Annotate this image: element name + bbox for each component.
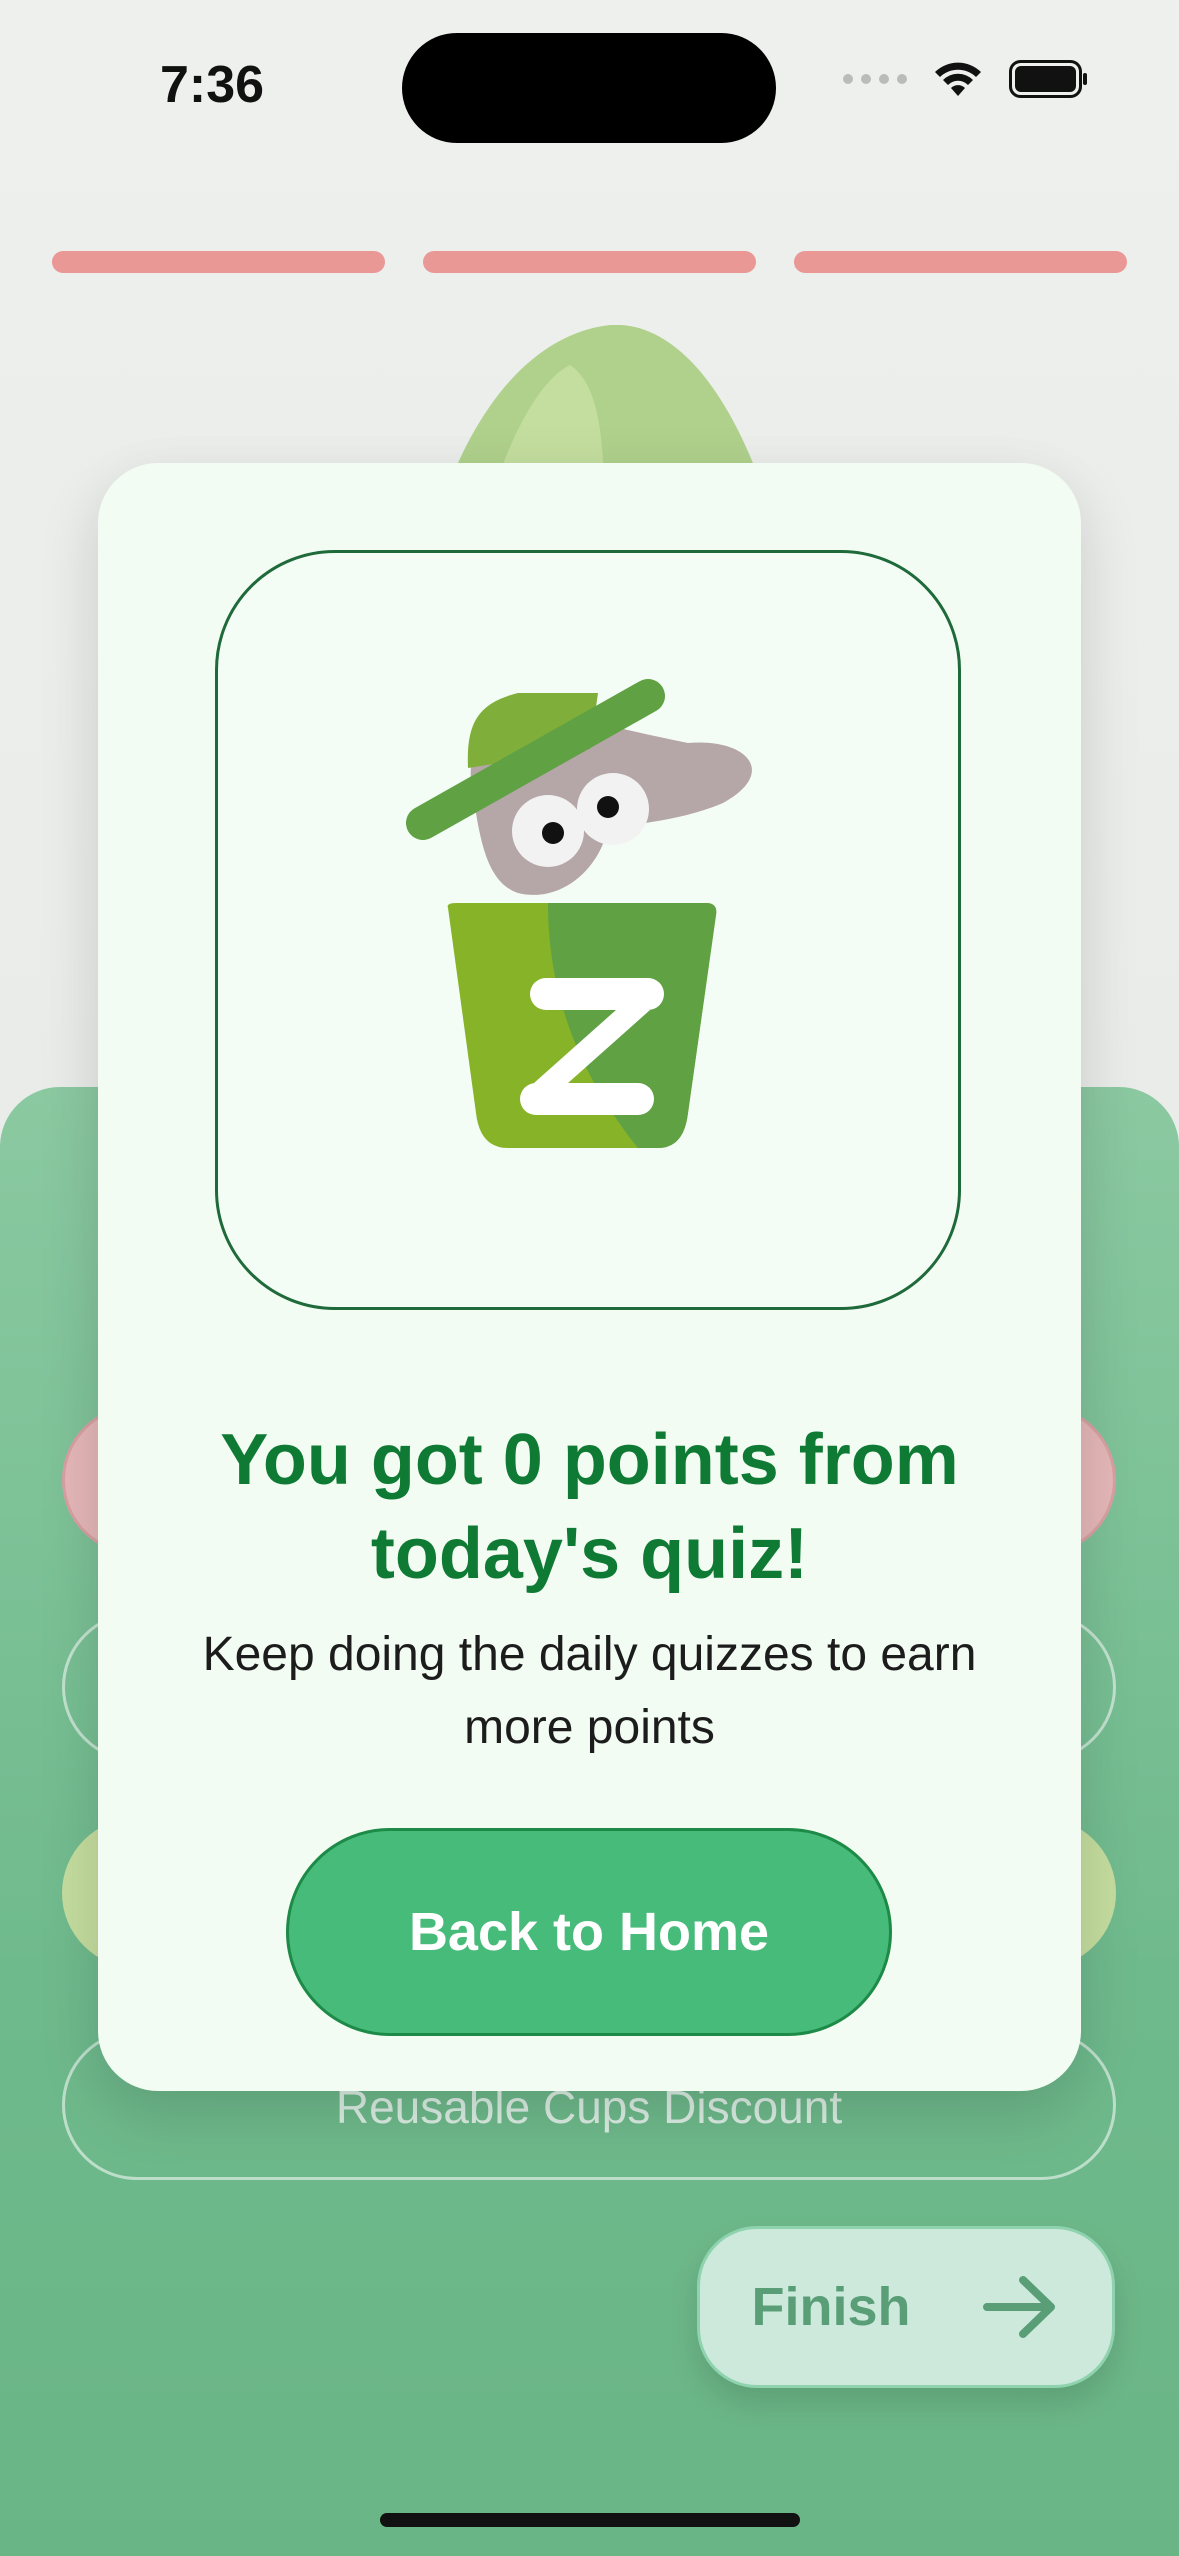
- finish-button[interactable]: Finish: [697, 2226, 1115, 2388]
- result-subtitle: Keep doing the daily quizzes to earn mor…: [202, 1628, 977, 1754]
- progress-segment: [794, 251, 1127, 273]
- home-indicator: [380, 2513, 800, 2527]
- battery-icon: [1009, 60, 1087, 98]
- quiz-progress: [52, 251, 1127, 273]
- trash-mascot-icon: [406, 679, 752, 1148]
- wifi-icon: [935, 62, 981, 96]
- result-modal: You got 0 points from today's quiz! Keep…: [98, 463, 1081, 2091]
- signal-icon: [843, 74, 907, 84]
- status-icons: [843, 60, 1089, 98]
- progress-segment: [52, 251, 385, 273]
- finish-label: Finish: [751, 2277, 911, 2337]
- arrow-right-icon: [982, 2276, 1055, 2338]
- status-time: 7:36: [160, 56, 265, 114]
- dynamic-island: [402, 33, 776, 143]
- progress-segment: [423, 251, 756, 273]
- result-title: You got 0 points from today's quiz!: [220, 1420, 959, 1594]
- mascot-card: [215, 550, 961, 1310]
- back-to-home-button[interactable]: Back to Home: [286, 1828, 892, 2036]
